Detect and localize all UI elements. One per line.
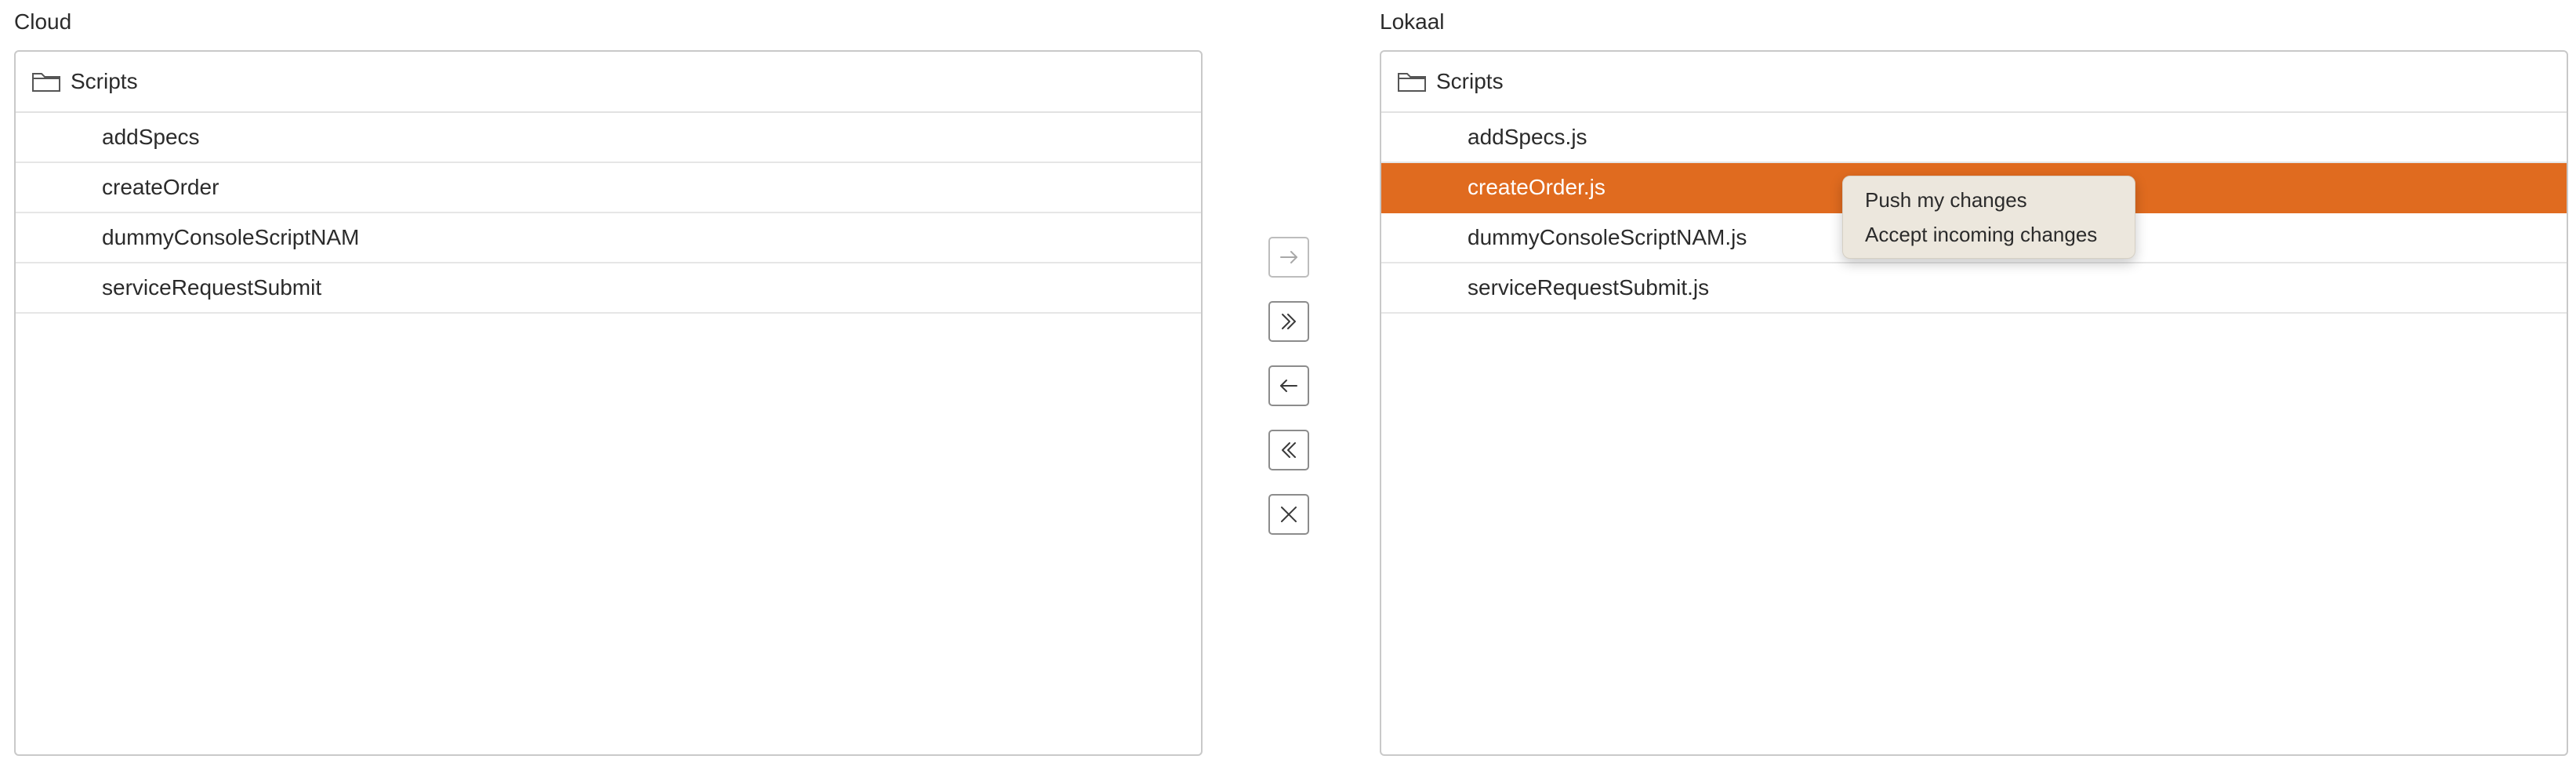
- arrow-left-icon: [1280, 380, 1297, 392]
- double-chevron-left-icon: [1282, 442, 1296, 458]
- cloud-list-item-label: addSpecs: [102, 125, 200, 149]
- context-menu: Push my changes Accept incoming changes: [1842, 176, 2135, 259]
- arrow-right-icon: [1280, 251, 1297, 263]
- cloud-list-item-label: dummyConsoleScriptNAM: [102, 225, 360, 249]
- copy-right-button[interactable]: [1268, 237, 1309, 278]
- local-list-item-label: serviceRequestSubmit.js: [1468, 275, 1710, 300]
- local-list-item-label: addSpecs.js: [1468, 125, 1587, 149]
- copy-all-right-button[interactable]: [1268, 301, 1309, 342]
- local-list-item-label: dummyConsoleScriptNAM.js: [1468, 225, 1747, 249]
- cloud-list-item[interactable]: addSpecs: [16, 113, 1201, 163]
- menu-item-push-changes[interactable]: Push my changes: [1843, 183, 2135, 217]
- local-list-item[interactable]: serviceRequestSubmit.js: [1381, 263, 2567, 314]
- menu-item-accept-incoming[interactable]: Accept incoming changes: [1843, 217, 2135, 252]
- cloud-pane-title: Cloud: [14, 9, 72, 34]
- close-icon: [1281, 507, 1297, 522]
- cloud-list-item[interactable]: dummyConsoleScriptNAM: [16, 213, 1201, 263]
- cloud-list-item[interactable]: serviceRequestSubmit: [16, 263, 1201, 314]
- cloud-folder-label: Scripts: [71, 69, 138, 93]
- folder-icon: [1397, 71, 1427, 93]
- copy-left-button[interactable]: [1268, 365, 1309, 406]
- remove-button[interactable]: [1268, 494, 1309, 535]
- cloud-list-item[interactable]: createOrder: [16, 163, 1201, 213]
- double-chevron-right-icon: [1282, 314, 1296, 329]
- copy-all-left-button[interactable]: [1268, 430, 1309, 470]
- cloud-folder-row[interactable]: Scripts: [16, 52, 1201, 113]
- local-folder-row[interactable]: Scripts: [1381, 52, 2567, 113]
- cloud-list-item-label: serviceRequestSubmit: [102, 275, 322, 300]
- cloud-list-item-label: createOrder: [102, 175, 220, 199]
- cloud-file-list: Scripts addSpecs createOrder dummyConsol…: [14, 50, 1203, 756]
- local-list-item-label: createOrder.js: [1468, 175, 1605, 199]
- transfer-controls: [1268, 237, 1309, 558]
- folder-icon: [31, 71, 61, 93]
- local-folder-label: Scripts: [1436, 69, 1504, 93]
- sync-window: Cloud Scripts addSpecs createOrder dummy…: [0, 0, 2576, 770]
- local-file-list: Scripts addSpecs.js createOrder.js dummy…: [1380, 50, 2568, 756]
- local-list-item[interactable]: addSpecs.js: [1381, 113, 2567, 163]
- local-pane-title: Lokaal: [1380, 9, 1445, 34]
